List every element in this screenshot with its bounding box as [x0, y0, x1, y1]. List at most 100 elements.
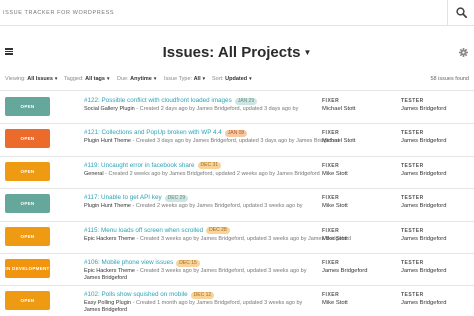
issue-row[interactable]: OPEN #119: Uncaught error in facebook sha…	[0, 157, 474, 190]
issue-project[interactable]: Plugin Hunt Theme	[84, 203, 131, 209]
issue-meta: General - Created 2 weeks ago by James B…	[84, 171, 320, 177]
title-dropdown-icon: ▼	[303, 48, 312, 57]
filter-issue-type[interactable]: Issue Type: All▼	[164, 76, 206, 82]
fixer-name: Mike Stott	[322, 235, 348, 242]
issue-project[interactable]: Plugin Hunt Theme	[84, 138, 131, 144]
tester-name: James Bridgeford	[401, 203, 447, 210]
filter-sort[interactable]: Sort: Updated▼	[212, 76, 253, 82]
issue-meta-continued: James Bridgeford	[84, 307, 128, 314]
issue-meta-text: - Created 2 days ago by James Bridgeford…	[136, 106, 299, 112]
issue-title-link[interactable]: #117: Unable to get API key DEC 29	[84, 194, 189, 202]
filter-tagged[interactable]: Tagged: All tags▼	[64, 76, 110, 82]
issue-row[interactable]: OPEN #121: Collections and PopUp broken w…	[0, 124, 474, 157]
filter-sort-label: Sort:	[212, 76, 224, 82]
caret-down-icon: ▼	[248, 76, 253, 81]
issue-meta: Easy Polling Plugin - Created 1 month ag…	[84, 300, 302, 306]
issue-row[interactable]: OPEN #122: Possible conflict with cloudfr…	[0, 92, 474, 125]
issue-title-link[interactable]: #121: Collections and PopUp broken with …	[84, 129, 248, 137]
page-title[interactable]: Issues: All Projects ▼	[0, 44, 474, 61]
issue-meta: Epic Hackers Theme - Created 3 weeks ago…	[84, 268, 306, 274]
issue-meta-text: - Created 2 weeks ago by James Bridgefor…	[105, 170, 320, 177]
fixer-label: FIXER	[322, 162, 340, 169]
issue-project[interactable]: Epic Hackers Theme	[84, 268, 135, 274]
issue-meta-text: - Created 3 days ago by James Bridgeford…	[132, 138, 340, 145]
status-badge[interactable]: OPEN	[5, 97, 50, 116]
fixer-label: FIXER	[322, 260, 340, 266]
issue-meta-text: - Created 2 weeks ago by James Bridgefor…	[132, 203, 303, 210]
issue-row[interactable]: OPEN #102: Polls show squished on mobile D…	[0, 286, 474, 316]
tester-label: TESTER	[401, 98, 424, 104]
issue-title-link[interactable]: #115: Menu loads off screen when scrolle…	[84, 227, 230, 235]
fixer-name: James Bridgeford	[322, 268, 368, 274]
tester-label: TESTER	[401, 260, 424, 266]
due-date-tag: JAN 08	[224, 129, 248, 137]
page-title-text: Issues: All Projects	[162, 44, 301, 61]
filter-issue-type-label: Issue Type:	[164, 76, 193, 82]
search-input[interactable]	[3, 6, 413, 20]
filter-bar: Viewing: All Issues▼ Tagged: All tags▼ D…	[5, 76, 469, 86]
status-badge[interactable]: OPEN	[5, 129, 50, 149]
due-date-tag: JAN 29	[234, 97, 258, 105]
tester-name: James Bridgeford	[401, 170, 447, 177]
fixer-label: FIXER	[322, 195, 340, 202]
tester-label: TESTER	[401, 227, 424, 234]
status-badge[interactable]: OPEN	[5, 194, 50, 214]
issue-meta: Social Gallery Plugin - Created 2 days a…	[84, 106, 298, 112]
search-button[interactable]	[447, 0, 474, 26]
due-date-tag: DEC 28	[206, 227, 230, 235]
issue-title-text: #106: Mobile phone view issues	[84, 259, 174, 266]
issue-row[interactable]: OPEN #115: Menu loads off screen when scr…	[0, 222, 474, 255]
issue-meta: Plugin Hunt Theme - Created 2 weeks ago …	[84, 203, 303, 209]
tester-label: TESTER	[401, 130, 424, 137]
status-badge[interactable]: OPEN	[5, 291, 50, 311]
issue-title-link[interactable]: #122: Possible conflict with cloudfront …	[84, 97, 258, 105]
tester-name: James Bridgeford	[401, 106, 447, 112]
issue-meta-continued: James Bridgeford	[84, 275, 128, 281]
filter-viewing[interactable]: Viewing: All Issues▼	[5, 76, 58, 82]
status-badge[interactable]: OPEN	[5, 226, 50, 246]
status-badge[interactable]: OPEN	[5, 161, 50, 181]
tester-label: TESTER	[401, 292, 424, 299]
filter-due[interactable]: Due: Anytime▼	[117, 76, 157, 82]
issue-title-text: #121: Collections and PopUp broken with …	[84, 129, 222, 137]
gear-icon[interactable]	[459, 48, 468, 57]
issue-meta-text: - Created 3 weeks ago by James Bridgefor…	[136, 268, 307, 274]
issue-title-text: #117: Unable to get API key	[84, 194, 162, 202]
issue-title-link[interactable]: #119: Uncaught error in facebook share DE…	[84, 162, 222, 170]
issue-title-link[interactable]: #102: Polls show squished on mobile DEC 1…	[84, 291, 215, 299]
issue-project[interactable]: Epic Hackers Theme	[84, 236, 135, 242]
issue-project[interactable]: Social Gallery Plugin	[84, 106, 135, 112]
fixer-label: FIXER	[322, 292, 340, 299]
fixer-label: FIXER	[322, 98, 340, 104]
caret-down-icon: ▼	[152, 76, 158, 81]
issue-project[interactable]: General	[84, 171, 104, 177]
tester-name: James Bridgeford	[401, 300, 447, 307]
issue-title-text: #122: Possible conflict with cloudfront …	[84, 97, 232, 104]
due-date-tag: DEC 31	[197, 162, 222, 170]
issue-project[interactable]: Easy Polling Plugin	[84, 300, 131, 306]
filter-tagged-value: All tags	[85, 76, 105, 82]
filter-viewing-value: All Issues	[27, 76, 53, 82]
search-icon	[456, 7, 467, 18]
issue-row[interactable]: OPEN #117: Unable to get API key DEC 29 Plu…	[0, 189, 474, 222]
fixer-name: Michael Stott	[322, 106, 356, 112]
caret-down-icon: ▼	[201, 76, 207, 81]
issue-meta-text: - Created 3 weeks ago by James Bridgefor…	[136, 235, 352, 242]
issue-title-link[interactable]: #106: Mobile phone view issues DEC 15	[84, 259, 200, 267]
issue-title-text: #115: Menu loads off screen when scrolle…	[84, 226, 204, 234]
filter-due-value: Anytime	[130, 76, 152, 82]
issue-title-text: #102: Polls show squished on mobile	[84, 291, 188, 299]
due-date-tag: DEC 29	[164, 194, 189, 202]
issues-count: 58 issues found	[430, 76, 469, 82]
status-badge[interactable]: IN DEVELOPMENT	[5, 259, 50, 278]
tester-label: TESTER	[401, 195, 424, 202]
filter-viewing-label: Viewing:	[5, 76, 26, 82]
fixer-name: Mike Stott	[322, 203, 348, 210]
fixer-label: FIXER	[322, 130, 340, 137]
top-search-bar	[0, 0, 474, 26]
issue-row[interactable]: IN DEVELOPMENT #106: Mobile phone view is…	[0, 254, 474, 287]
tester-name: James Bridgeford	[401, 268, 447, 274]
tester-name: James Bridgeford	[401, 138, 447, 145]
filter-due-label: Due:	[117, 76, 129, 82]
filter-tagged-label: Tagged:	[64, 76, 84, 82]
